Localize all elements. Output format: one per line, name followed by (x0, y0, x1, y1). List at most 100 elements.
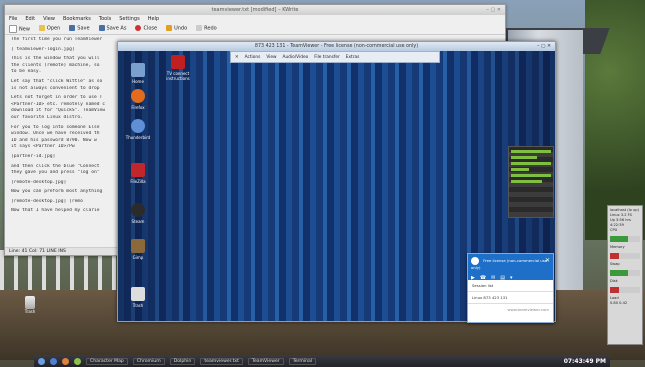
window-controls-icon[interactable]: – ▢ ✕ (486, 5, 501, 15)
filezilla-icon (131, 163, 145, 177)
text-line: Now that I have helped my clarie (11, 208, 100, 214)
task-character-map[interactable]: Character Map (86, 357, 128, 365)
phone-icon[interactable]: ☎ (480, 275, 486, 281)
session-entry[interactable]: Linux 873 423 131 (468, 292, 553, 304)
monitor-line: Disk (610, 279, 618, 283)
menu-file[interactable]: File (9, 15, 17, 23)
open-button[interactable]: Open (38, 25, 61, 32)
redo-label: Redo (204, 25, 217, 32)
desktop-icon-label: Gimp (132, 255, 144, 260)
disk-bar (610, 287, 640, 293)
save-button[interactable]: Save (69, 25, 90, 32)
text-line: Lets not forget in order to use T (11, 95, 103, 101)
trash-icon (25, 296, 35, 309)
task-teamviewer[interactable]: TeamViewer (247, 357, 284, 365)
text-line: For you to log into someone Else (11, 124, 100, 130)
teamviewer-session-popup[interactable]: Free license (non-commercial use only) ✕… (467, 253, 554, 323)
desktop-icon-steam[interactable]: Steam (118, 203, 158, 224)
menu-view[interactable]: View (43, 15, 55, 23)
text-line: to be easy. (11, 69, 42, 75)
view-menu[interactable]: View (266, 55, 276, 60)
swap-bar (610, 270, 640, 276)
task-dolphin[interactable]: Dolphin (169, 357, 196, 365)
kwrite-titlebar[interactable]: teamviewer.txt [modified] – KWrite – ▢ ✕ (5, 5, 505, 15)
terminal-icon[interactable] (74, 357, 81, 365)
audio-video-menu[interactable]: Audio/Video (283, 55, 309, 60)
menu-tools[interactable]: Tools (99, 15, 111, 23)
close-button[interactable]: Close (135, 25, 157, 32)
file-manager-icon[interactable] (50, 357, 57, 365)
new-document-icon (9, 24, 17, 33)
text-line: [remote-desktop.jpg] [remo (11, 198, 83, 204)
close-icon[interactable]: ✕ (545, 257, 550, 264)
gimp-icon (131, 239, 145, 253)
remote-system-monitor (508, 146, 554, 218)
menu-settings[interactable]: Settings (119, 15, 140, 23)
popup-actions: ▶ ☎ ✉ ▤ ▾ (471, 275, 550, 281)
files-icon[interactable]: ▤ (500, 275, 505, 281)
task-chromium[interactable]: Chromium (132, 357, 165, 365)
text-line: the clients (remote) machine, so (11, 62, 100, 68)
undo-label: Undo (174, 25, 188, 32)
menu-help[interactable]: Help (148, 15, 159, 23)
save-icon (69, 25, 76, 32)
steam-icon (131, 203, 145, 217)
window-controls-icon[interactable]: – ▢ ✕ (537, 42, 551, 51)
desktop-icon-filezilla[interactable]: FileZilla (118, 163, 158, 184)
task-terminal[interactable]: Terminal (288, 357, 317, 365)
desktop-icon-trash[interactable]: Trash (118, 287, 158, 308)
teamviewer-titlebar[interactable]: 873 423 131 - TeamViewer - Free license … (118, 42, 555, 51)
save-label: Save (77, 25, 90, 32)
chat-icon[interactable]: ✉ (491, 275, 495, 281)
undo-button[interactable]: Undo (166, 25, 187, 32)
cpu-bar (610, 236, 640, 242)
session-list-label[interactable]: Session list (468, 280, 553, 292)
popup-footer[interactable]: www.teamviewer.com (468, 304, 553, 315)
extras-menu[interactable]: Extras (346, 55, 360, 60)
desktop-icon-gimp[interactable]: Gimp (118, 239, 158, 260)
desktop-trash[interactable]: Trash (22, 296, 38, 318)
new-button[interactable]: New (9, 24, 30, 33)
monitor-line: 0.80 0.42 (610, 301, 628, 305)
memory-bar (610, 253, 640, 259)
desktop-icon-home[interactable]: Home (118, 63, 158, 84)
desktop-icon-label: Thunderbird (125, 135, 151, 140)
desktop-icon-firefox[interactable]: Firefox (118, 89, 158, 110)
editor-text-area[interactable]: The first time you run TeamViewer [ team… (11, 37, 131, 218)
text-line: ID and his password 8790. Now w (11, 137, 97, 143)
actions-menu[interactable]: Actions (245, 55, 261, 60)
teamviewer-title: 873 423 131 - TeamViewer - Free license … (254, 44, 419, 49)
text-line: window. Once we have received th (11, 131, 100, 137)
desktop-icon-file[interactable]: TV connect instructions (158, 55, 198, 81)
kwrite-toolbar: New Open Save Save As Close Undo Redo (5, 23, 505, 35)
desktop-icon-thunderbird[interactable]: Thunderbird (118, 119, 158, 140)
save-as-icon (98, 25, 105, 32)
video-icon[interactable]: ▶ (471, 275, 475, 281)
new-label: New (19, 26, 30, 32)
task-kwrite[interactable]: teamviewer.txt (200, 357, 243, 365)
app-launcher-icon[interactable] (38, 357, 45, 365)
menu-edit[interactable]: Edit (25, 15, 35, 23)
redo-button[interactable]: Redo (196, 25, 217, 32)
text-line: [partner-id.jpg] (11, 153, 56, 159)
close-label: Close (143, 25, 158, 32)
text-line: and then click the blue "Connect (11, 163, 100, 169)
desktop-icon-label: Steam (131, 219, 145, 224)
save-as-button[interactable]: Save As (98, 25, 126, 32)
menu-bookmarks[interactable]: Bookmarks (63, 15, 91, 23)
thunderbird-icon (131, 119, 145, 133)
close-session-icon[interactable]: ✕ (235, 55, 239, 60)
kwrite-menubar: File Edit View Bookmarks Tools Settings … (5, 15, 505, 23)
popup-title: Free license (non-commercial use only) (471, 258, 548, 270)
taskbar-clock[interactable]: 07:43:49 PM (564, 358, 606, 365)
more-icon[interactable]: ▾ (510, 275, 513, 281)
open-label: Open (46, 25, 61, 32)
browser-icon[interactable] (62, 357, 69, 365)
document-icon (171, 55, 185, 69)
text-line: our favorite Linux distro. (11, 114, 83, 120)
file-transfer-menu[interactable]: File transfer (314, 55, 340, 60)
monitor-line: Swap (610, 262, 620, 266)
desktop-icon-label: Firefox (131, 105, 145, 110)
home-folder-icon (131, 63, 145, 77)
trash-icon (131, 287, 145, 301)
